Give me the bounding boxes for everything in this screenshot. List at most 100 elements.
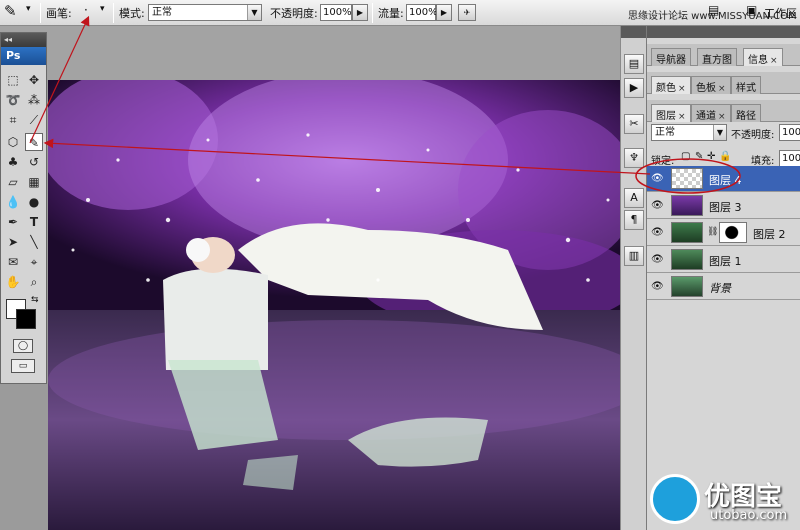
lock-all-icon[interactable]: 🔒 (719, 151, 731, 162)
swap-colors-icon[interactable]: ⇆ (31, 295, 39, 305)
close-icon[interactable]: × (718, 112, 726, 122)
airbrush-icon[interactable]: ✈ (458, 4, 476, 21)
dock-grip[interactable] (621, 26, 646, 38)
hand-tool-icon[interactable]: ✋ (4, 273, 22, 291)
navigator-tab-row: 导航器 直方图 信息 × (647, 44, 800, 66)
visibility-eye-icon[interactable]: 👁 (651, 281, 664, 293)
layer-name: 背景 (709, 282, 731, 295)
flow-field[interactable]: 100% (406, 4, 438, 21)
magic-wand-tool-icon[interactable]: ⁂ (25, 91, 43, 109)
tab-paths[interactable]: 路径 (731, 104, 761, 122)
workspace-icon[interactable]: ▣ (746, 3, 757, 17)
tab-navigator[interactable]: 导航器 (651, 48, 691, 66)
panels-grip[interactable] (647, 26, 800, 38)
ps-logo[interactable]: Ps (1, 47, 46, 65)
opacity-slider-button[interactable]: ▶ (352, 4, 368, 21)
history-brush-tool-icon[interactable]: ↺ (25, 153, 43, 171)
line-tool-icon[interactable]: ╲ (25, 233, 43, 251)
brush-tool-icon[interactable]: ✎ (4, 2, 17, 20)
chain-link-icon[interactable]: ⛓ (707, 227, 718, 237)
layer-row-4[interactable]: 👁 图层 4 (647, 166, 800, 192)
brush-picker-arrow-icon[interactable]: ▾ (100, 4, 105, 14)
opacity-label: 不透明度: (270, 7, 318, 20)
lock-label: 锁定: (651, 156, 675, 167)
close-icon[interactable]: × (678, 84, 686, 94)
visibility-eye-icon[interactable]: 👁 (651, 227, 664, 239)
visibility-eye-icon[interactable]: 👁 (651, 254, 664, 266)
close-icon[interactable]: × (770, 56, 778, 66)
tool-preset-dropdown-icon[interactable]: ▾ (26, 4, 31, 14)
tab-swatches[interactable]: 色板 × (691, 76, 731, 94)
move-tool-icon[interactable]: ✥ (25, 71, 43, 89)
tab-styles[interactable]: 样式 (731, 76, 761, 94)
tab-layers[interactable]: 图层 × (651, 104, 691, 122)
lock-position-icon[interactable]: ✛ (707, 151, 715, 162)
paragraph-panel-icon[interactable]: ¶ (624, 210, 644, 230)
tool-presets-icon[interactable]: ✂ (624, 114, 644, 134)
visibility-eye-icon[interactable]: 👁 (651, 200, 664, 212)
layer-row-background[interactable]: 👁 背景 (647, 274, 800, 300)
lock-transparent-icon[interactable]: ▢ (681, 151, 690, 162)
toolbox-grip[interactable]: ◂◂ (1, 33, 46, 47)
flow-label: 流量: (378, 7, 404, 20)
lock-image-icon[interactable]: ✎ (695, 151, 703, 162)
slice-tool-icon[interactable]: ⟋ (25, 111, 43, 129)
brush-label: 画笔: (46, 7, 72, 20)
layer-opacity-field[interactable]: 100% (779, 124, 800, 141)
blur-tool-icon[interactable]: 💧 (4, 193, 22, 211)
character-panel-icon[interactable]: A (624, 188, 644, 208)
marquee-tool-icon[interactable]: ⬚ (4, 71, 22, 89)
layer-mask-thumbnail[interactable] (719, 222, 747, 243)
opacity-field[interactable]: 100% (320, 4, 352, 21)
tab-info[interactable]: 信息 × (743, 48, 783, 66)
layer-opacity-label: 不透明度: (731, 130, 775, 141)
layer-row-2[interactable]: 👁 ⛓ 图层 2 (647, 220, 800, 246)
layer-thumbnail (671, 249, 703, 270)
background-color-swatch[interactable] (16, 309, 36, 329)
document-canvas[interactable] (48, 80, 644, 530)
clone-stamp-tool-icon[interactable]: ♣ (4, 153, 22, 171)
notes-tool-icon[interactable]: ✉ (4, 253, 22, 271)
workspace-label[interactable]: 工作区 (764, 5, 797, 21)
tab-channels[interactable]: 通道 × (691, 104, 731, 122)
quick-mask-icon[interactable]: ◯ (13, 339, 33, 353)
eyedropper-tool-icon[interactable]: ⌖ (25, 253, 43, 271)
screen-mode-icon[interactable]: ▭ (11, 359, 35, 373)
chevron-down-icon: ▼ (247, 5, 261, 20)
brush-tool-icon[interactable]: ✎ (25, 133, 43, 151)
type-tool-icon[interactable]: T (25, 213, 43, 231)
layer-row-3[interactable]: 👁 图层 3 (647, 193, 800, 219)
brush-preview-icon[interactable]: · (84, 3, 88, 17)
history-panel-icon[interactable]: ▤ (624, 54, 644, 74)
path-selection-tool-icon[interactable]: ➤ (4, 233, 22, 251)
close-icon[interactable]: × (678, 112, 686, 122)
blend-mode-value: 正常 (655, 127, 675, 138)
flow-slider-button[interactable]: ▶ (436, 4, 452, 21)
mode-value: 正常 (152, 7, 172, 18)
healing-brush-tool-icon[interactable]: ⬡ (4, 133, 22, 151)
lasso-tool-icon[interactable]: ➰ (4, 91, 22, 109)
mode-select[interactable]: 正常 ▼ (148, 4, 262, 21)
layer-comps-icon[interactable]: ▥ (624, 246, 644, 266)
panel-dock-strip: ▤ ▶ ✂ ♆ A ¶ ▥ (620, 26, 646, 530)
fill-field[interactable]: 100% (779, 150, 800, 167)
gradient-tool-icon[interactable]: ▦ (25, 173, 43, 191)
palette-well-icon[interactable]: ▤ (708, 3, 719, 17)
brushes-panel-icon[interactable]: ♆ (624, 148, 644, 168)
layer-thumbnail (671, 276, 703, 297)
tab-histogram[interactable]: 直方图 (697, 48, 737, 66)
eraser-tool-icon[interactable]: ▱ (4, 173, 22, 191)
close-icon[interactable]: × (718, 84, 726, 94)
visibility-eye-icon[interactable]: 👁 (651, 173, 664, 185)
tab-label: 导航器 (656, 55, 686, 66)
dodge-tool-icon[interactable]: ● (25, 193, 43, 211)
layer-row-1[interactable]: 👁 图层 1 (647, 247, 800, 273)
tab-label: 色板 (696, 83, 716, 94)
crop-tool-icon[interactable]: ⌗ (4, 111, 22, 129)
actions-panel-icon[interactable]: ▶ (624, 78, 644, 98)
blend-mode-select[interactable]: 正常 ▼ (651, 124, 727, 141)
pen-tool-icon[interactable]: ✒ (4, 213, 22, 231)
zoom-tool-icon[interactable]: ⌕ (25, 273, 43, 291)
tab-color[interactable]: 颜色 × (651, 76, 691, 94)
tab-label: 颜色 (656, 83, 676, 94)
